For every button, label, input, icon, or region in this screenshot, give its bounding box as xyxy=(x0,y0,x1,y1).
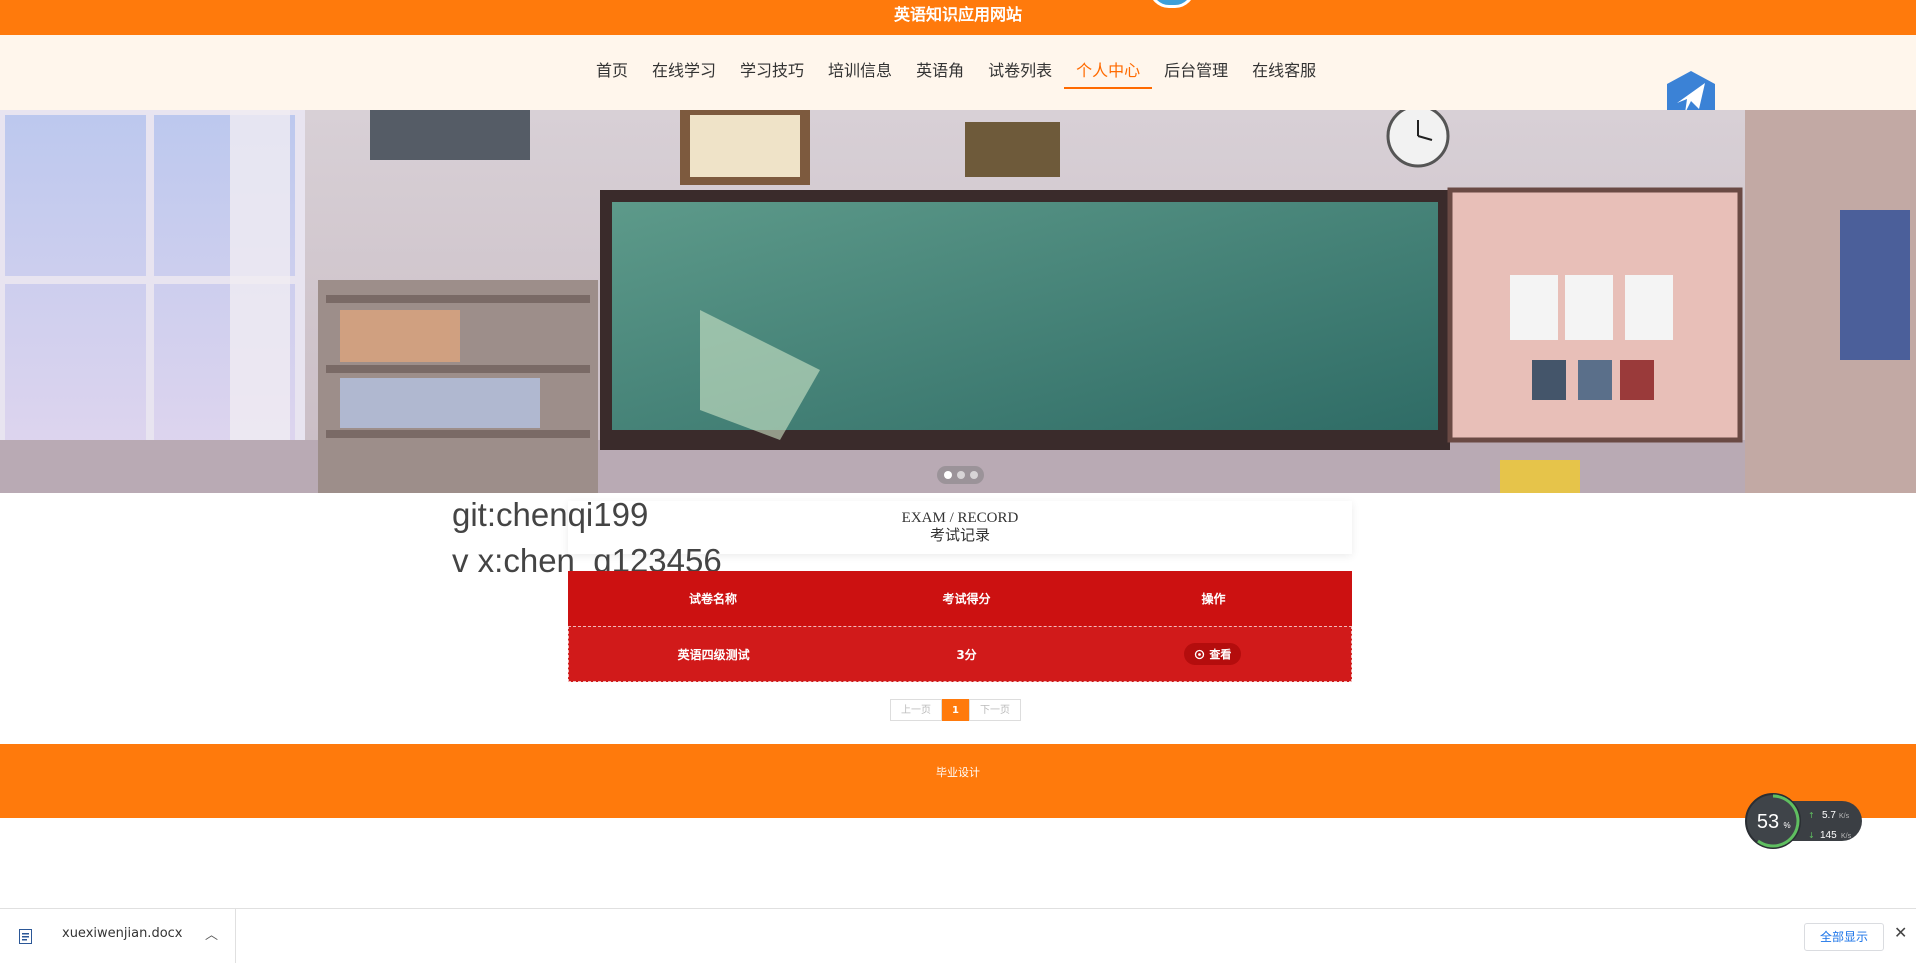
upload-arrow-icon: ↑ xyxy=(1808,811,1815,820)
nav-item-english-corner[interactable]: 英语角 xyxy=(904,59,976,87)
upload-unit: K/s xyxy=(1839,813,1850,820)
nav-item-exam-list[interactable]: 试卷列表 xyxy=(976,59,1064,87)
nav-item-home[interactable]: 首页 xyxy=(584,59,640,87)
network-speed-widget[interactable]: 53 % ↑ 5.7 K/s ↓ 145 K/s xyxy=(1744,792,1864,850)
cpu-percent-unit: % xyxy=(1783,821,1790,830)
upload-speed: 5.7 xyxy=(1822,810,1836,821)
carousel-dot-3[interactable] xyxy=(969,471,978,479)
watermark-line-1: git:chenqi199 xyxy=(452,496,649,533)
nav-menu: 首页 在线学习 学习技巧 培训信息 英语角 试卷列表 个人中心 后台管理 在线客… xyxy=(584,59,1328,89)
download-unit: K/s xyxy=(1841,833,1852,840)
exam-record-table: 试卷名称 考试得分 操作 英语四级测试 3分 查看 xyxy=(568,571,1352,682)
view-button[interactable]: 查看 xyxy=(1184,643,1242,665)
cell-score: 3分 xyxy=(956,647,977,662)
carousel-dot-2[interactable] xyxy=(956,471,965,479)
navigation-bar: 首页 在线学习 学习技巧 培训信息 英语角 试卷列表 个人中心 后台管理 在线客… xyxy=(0,35,1916,127)
cell-action: 查看 xyxy=(1075,643,1351,665)
chevron-up-icon[interactable]: ︿ xyxy=(205,924,218,943)
site-title: 英语知识应用网站 xyxy=(893,5,1022,24)
footer: 毕业设计 xyxy=(0,744,1916,818)
pagination: 上一页 1 下一页 xyxy=(890,699,1021,721)
close-icon[interactable]: ✕ xyxy=(1894,923,1907,942)
next-page-button[interactable]: 下一页 xyxy=(968,699,1021,721)
nav-item-admin[interactable]: 后台管理 xyxy=(1152,59,1240,87)
show-all-downloads-button[interactable]: 全部显示 xyxy=(1804,923,1884,951)
download-item[interactable]: xuexiwenjian.docx ︿ xyxy=(0,909,236,963)
page-1-button[interactable]: 1 xyxy=(942,699,969,721)
table-row: 英语四级测试 3分 查看 xyxy=(568,626,1352,682)
download-arrow-icon: ↓ xyxy=(1808,831,1815,840)
download-file-name: xuexiwenjian.docx xyxy=(62,926,183,941)
cpu-percent: 53 xyxy=(1757,811,1779,833)
word-document-icon xyxy=(19,929,32,944)
column-header-exam-name: 试卷名称 xyxy=(688,592,737,606)
nav-item-training-info[interactable]: 培训信息 xyxy=(816,59,904,87)
cell-exam-name: 英语四级测试 xyxy=(677,647,750,662)
nav-item-study-tips[interactable]: 学习技巧 xyxy=(728,59,816,87)
column-header-score: 考试得分 xyxy=(942,592,991,606)
nav-item-online-learning[interactable]: 在线学习 xyxy=(640,59,728,87)
user-avatar[interactable] xyxy=(1149,0,1195,8)
column-header-action: 操作 xyxy=(1201,592,1226,606)
table-header-row: 试卷名称 考试得分 操作 xyxy=(568,571,1352,626)
footer-text: 毕业设计 xyxy=(936,766,980,779)
banner-illustration xyxy=(0,110,1916,493)
top-header-bar: 英语知识应用网站 xyxy=(0,0,1916,35)
nav-item-personal-center[interactable]: 个人中心 xyxy=(1064,59,1153,89)
nav-item-customer-service[interactable]: 在线客服 xyxy=(1240,59,1328,87)
classroom-banner-image xyxy=(0,110,1916,493)
download-speed: 145 xyxy=(1820,830,1837,841)
download-shelf: xuexiwenjian.docx ︿ 全部显示 ✕ xyxy=(0,908,1916,963)
carousel-dot-1[interactable] xyxy=(943,471,952,479)
view-icon xyxy=(1195,649,1205,659)
prev-page-button[interactable]: 上一页 xyxy=(890,699,942,721)
carousel-indicators xyxy=(937,466,984,484)
view-button-label: 查看 xyxy=(1209,648,1232,661)
